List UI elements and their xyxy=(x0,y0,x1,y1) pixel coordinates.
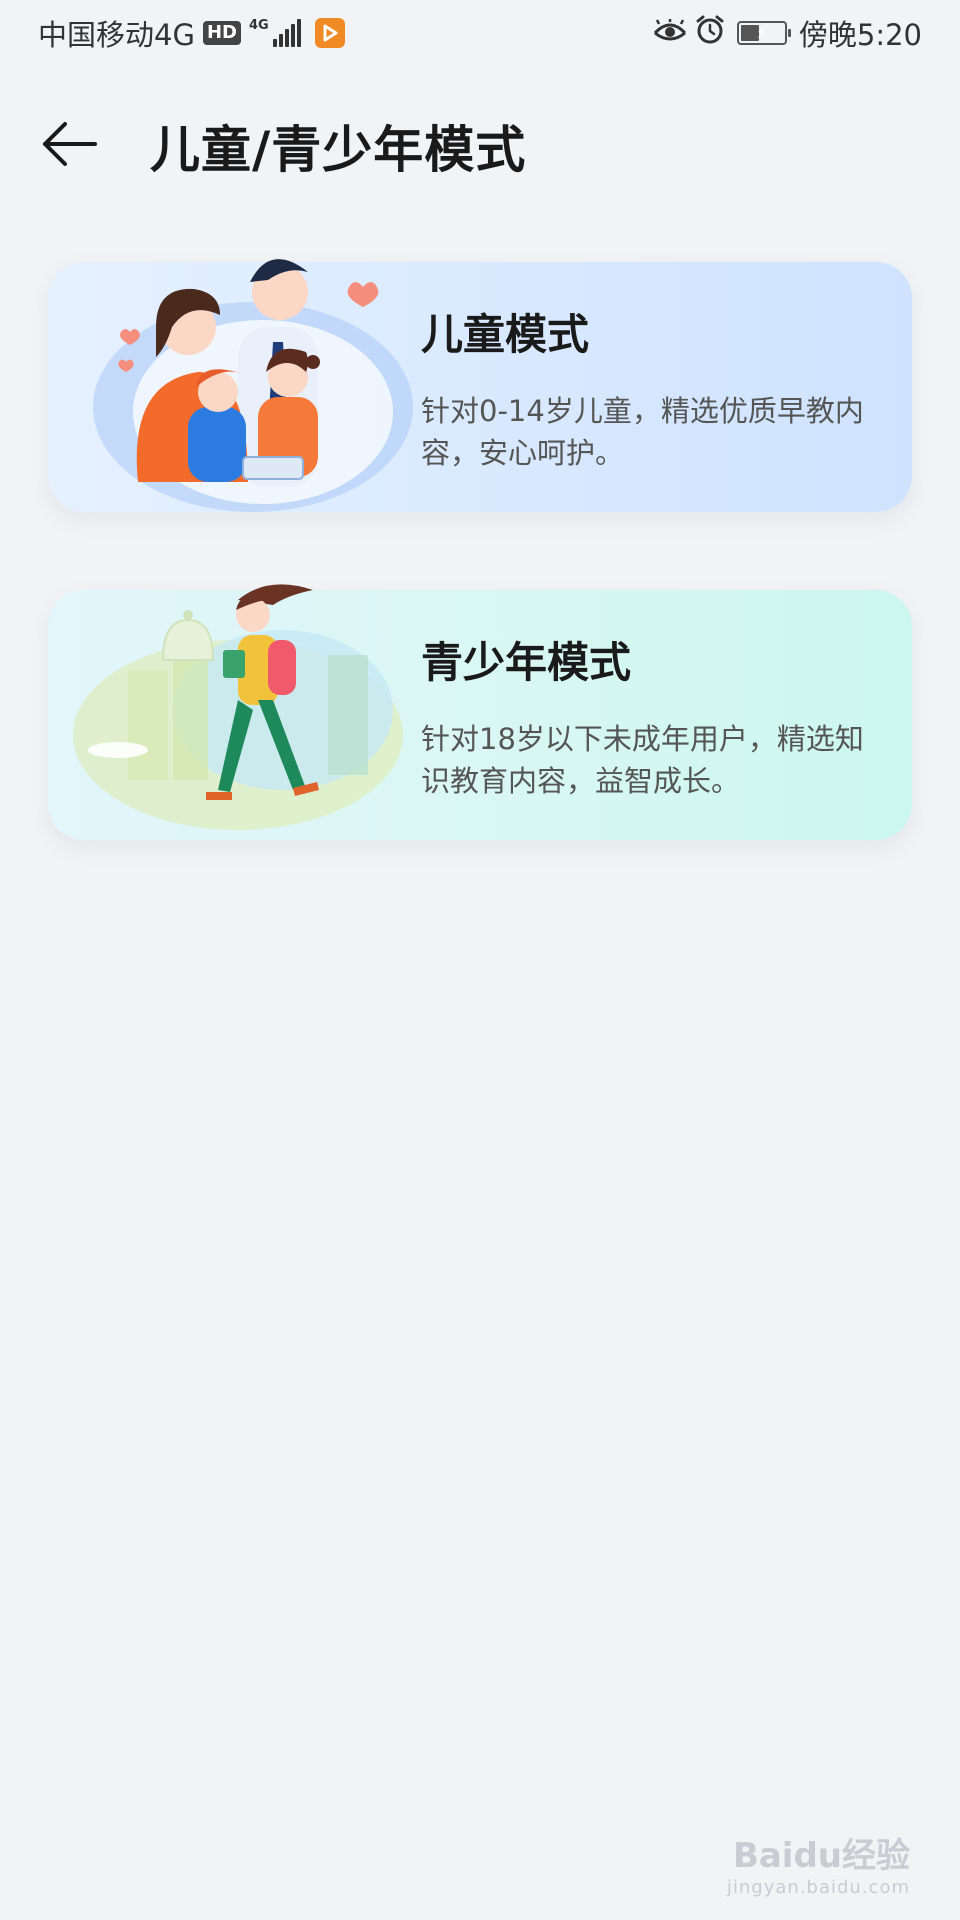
watermark-brand: Baidu经验 xyxy=(732,1836,910,1876)
kids-mode-description: 针对0-14岁儿童，精选优质早教内容，安心呵护。 xyxy=(421,394,864,471)
status-left: 中国移动4G HD 4G xyxy=(38,12,345,54)
baidu-watermark: Baidu经验 jingyan.baidu.com xyxy=(727,1828,910,1898)
status-right: ⚡ 傍晚5:20 xyxy=(653,12,922,54)
student-walking-illustration xyxy=(68,560,428,850)
teen-mode-card[interactable]: 青少年模式 针对18岁以下未成年用户，精选知识教育内容，益智成长。 xyxy=(48,584,912,840)
network-label: 4G xyxy=(248,18,269,33)
page-title: 儿童/青少年模式 xyxy=(150,121,527,179)
teen-mode-title: 青少年模式 xyxy=(421,638,632,687)
kids-mode-card[interactable]: 儿童模式 针对0-14岁儿童，精选优质早教内容，安心呵护。 xyxy=(48,259,912,512)
watermark-url: jingyan.baidu.com xyxy=(726,1877,910,1898)
signal-icon: 4G xyxy=(249,19,301,47)
carrier-label: 中国移动4G xyxy=(38,18,195,52)
alarm-icon xyxy=(695,15,725,52)
arrow-left-icon xyxy=(43,122,97,166)
kids-mode-text: 儿童模式 针对0-14岁儿童，精选优质早教内容，安心呵护。 xyxy=(421,310,881,474)
video-app-icon xyxy=(314,18,345,48)
teen-mode-description: 针对18岁以下未成年用户，精选知识教育内容，益智成长。 xyxy=(421,722,864,799)
eye-icon xyxy=(653,16,687,50)
status-bar: 中国移动4G HD 4G ⚡ 傍晚5:20 xyxy=(0,0,960,66)
app-header: 儿童/青少年模式 xyxy=(0,96,960,186)
status-time: 傍晚5:20 xyxy=(798,18,922,52)
kids-mode-title: 儿童模式 xyxy=(421,310,590,359)
hd-icon: HD xyxy=(202,21,241,45)
back-button[interactable] xyxy=(40,114,100,174)
family-illustration xyxy=(68,232,428,522)
teen-mode-text: 青少年模式 针对18岁以下未成年用户，精选知识教育内容，益智成长。 xyxy=(421,638,881,802)
battery-charging-icon: ⚡ xyxy=(736,21,791,45)
